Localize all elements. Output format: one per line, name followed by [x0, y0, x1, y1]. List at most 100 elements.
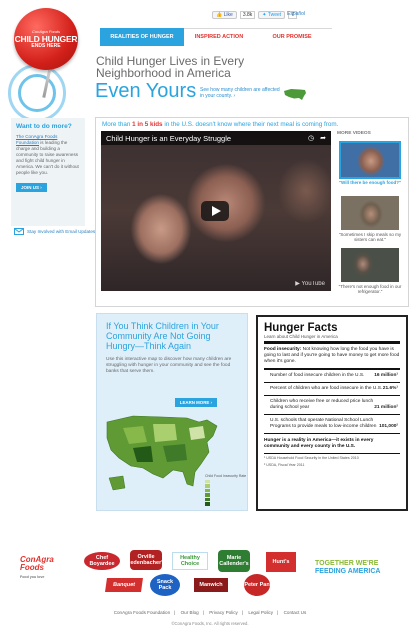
legend-swatch: [205, 484, 210, 488]
brand-banquet[interactable]: Banquet: [105, 578, 143, 592]
video-caption-1[interactable]: "Will there be enough food?": [337, 180, 403, 185]
tab-our-promise[interactable]: OUR PROMISE: [254, 29, 330, 45]
more-videos-label: MORE VIDEOS: [337, 131, 371, 136]
want-text: The ConAgra Foods Foundation is leading …: [16, 134, 80, 176]
conagra-name: ConAgra Foods: [20, 555, 54, 572]
feeding-america-text: FEEDING AMERICA: [315, 568, 381, 575]
map-description: Use this interactive map to discover how…: [106, 357, 232, 374]
email-updates-link[interactable]: Stay Involved with Email Updates: [14, 228, 95, 235]
footer-links: ConAgra Foods Foundation | Our Blog | Priv…: [113, 610, 307, 615]
join-us-button[interactable]: JOIN US ›: [16, 183, 47, 192]
logo-title: CHILD HUNGER: [14, 34, 78, 44]
conagra-tagline: Food you love: [20, 575, 45, 579]
footer-link-blog[interactable]: Our Blog: [181, 610, 199, 615]
ripple-decoration-inner: [18, 74, 56, 112]
logo-subtitle: ENDS HERE: [31, 43, 61, 49]
thumb-image: [341, 248, 399, 282]
map-legend: Child Food Insecurity Rate: [205, 474, 246, 506]
stat-bold: 1 in 5 kids: [132, 121, 163, 128]
fact-row: Percent of children who are food insecur…: [264, 383, 400, 396]
fact-value: 16 million¹: [374, 373, 398, 378]
legend-title: Child Food Insecurity Rate: [205, 474, 247, 478]
tweet-button[interactable]: ✦ Tweet: [258, 11, 286, 19]
legend-swatch: [205, 488, 210, 492]
brand-peter-pan[interactable]: Peter Pan: [244, 574, 270, 596]
fact-row: Number of food insecure children in the …: [264, 370, 400, 383]
thumb-up-icon: 👍: [216, 12, 223, 18]
brand-chef-boyardee[interactable]: Chef Boyardee: [84, 552, 120, 570]
hero-headline: Child Hunger Lives in Every Neighborhood…: [96, 54, 245, 80]
learn-more-button[interactable]: LEARN MORE ›: [174, 398, 217, 407]
espanol-link[interactable]: Español: [287, 11, 305, 17]
legend-swatch: [205, 502, 210, 506]
facts-source-1: ¹ USDA Household Food Security in the Un…: [264, 456, 359, 460]
child-hunger-logo[interactable]: ConAgra Foods CHILD HUNGER ENDS HERE: [2, 2, 98, 122]
pin-head: ConAgra Foods CHILD HUNGER ENDS HERE: [14, 8, 78, 70]
brand-marie-callenders[interactable]: Marie Callender's: [218, 550, 250, 572]
hunger-stat: More than 1 in 5 kids in the U.S. doesn'…: [102, 121, 338, 128]
thumb-image: [341, 143, 399, 177]
player-icons: ◷ ➦: [308, 134, 326, 142]
hero-even-yours: Even Yours: [95, 80, 197, 102]
clock-icon[interactable]: ◷: [308, 134, 314, 142]
feeding-america-logo[interactable]: TOGETHER WE'RE FEEDING AMERICA: [315, 560, 410, 576]
legend-swatch: [205, 493, 210, 497]
usa-map-icon[interactable]: [283, 88, 307, 101]
video-caption-2[interactable]: "Sometimes I skip meals so my sisters ca…: [337, 232, 403, 242]
thumb-image: [341, 196, 399, 230]
fact-row: Children who receive free or reduced pri…: [264, 396, 400, 415]
video-player[interactable]: Child Hunger is an Everyday Struggle ◷ ➦…: [101, 131, 331, 291]
video-title: Child Hunger is an Everyday Struggle: [101, 131, 331, 145]
brand-manwich[interactable]: Manwich: [194, 578, 228, 592]
video-panel: More than 1 in 5 kids in the U.S. doesn'…: [95, 117, 409, 307]
fact-label: Number of food insecure children in the …: [270, 373, 365, 378]
brand-healthy-choice[interactable]: Healthy Choice: [172, 552, 208, 570]
together-text: TOGETHER WE'RE: [315, 560, 379, 567]
facts-source-2: ² USDA, Fiscal Year 2011: [264, 462, 305, 467]
video-caption-3[interactable]: "There's not enough food in our refriger…: [337, 284, 403, 294]
fact-value: 21.6%¹: [382, 386, 398, 391]
want-title: Want to do more?: [16, 123, 72, 130]
brand-hunts[interactable]: Hunt's: [266, 552, 296, 572]
footer-link-foundation[interactable]: ConAgra Foods Foundation: [114, 610, 170, 615]
brand-orville[interactable]: Orville Redenbacher's: [126, 550, 166, 570]
brand-snack-pack[interactable]: Snack Pack: [150, 574, 180, 596]
main-nav: REALITIES OF HUNGER INSPIRED ACTION OUR …: [100, 28, 332, 46]
video-thumb-1[interactable]: [339, 141, 401, 179]
email-updates-label: Stay Involved with Email Updates: [27, 228, 96, 234]
youtube-logo-icon[interactable]: ▶ YouTube: [295, 280, 325, 287]
legend-swatch: [205, 497, 210, 501]
facts-subtitle: Learn about Child Hunger in America: [264, 334, 400, 344]
map-title: If You Think Children in Your Community …: [106, 321, 219, 351]
brand-logos: ConAgra Foods Food you love Chef Boyarde…: [0, 540, 420, 600]
legend-row: [205, 502, 246, 507]
fact-label: U.S. schools that operate National Schoo…: [270, 418, 377, 429]
fact-value: 21 million²: [374, 405, 398, 410]
tab-inspired-action[interactable]: INSPIRED ACTION: [184, 29, 254, 45]
share-bar: 👍 Like 3.8k ✦ Tweet 7: [212, 11, 297, 19]
insecurity-label: Food insecurity:: [264, 347, 302, 352]
fact-row: U.S. schools that operate National Schoo…: [264, 415, 400, 434]
hunger-facts-panel: Hunger Facts Learn about Child Hunger in…: [256, 315, 408, 511]
footer-link-contact[interactable]: Contact Us: [284, 610, 307, 615]
map-panel: If You Think Children in Your Community …: [96, 313, 248, 511]
twitter-bird-icon: ✦: [262, 12, 267, 18]
facebook-like-button[interactable]: 👍 Like: [212, 11, 237, 19]
tab-realities-of-hunger[interactable]: REALITIES OF HUNGER: [100, 28, 184, 46]
footer-link-privacy[interactable]: Privacy Policy: [209, 610, 238, 615]
stat-pre: More than: [102, 121, 131, 128]
conagra-logo[interactable]: ConAgra Foods Food you love: [20, 556, 66, 581]
want-to-do-more-panel: Want to do more? The ConAgra Foods Found…: [11, 118, 85, 226]
copyright: ©ConAgra Foods, Inc. All rights reserved…: [171, 621, 249, 626]
play-icon: [212, 206, 221, 216]
like-count: 3.8k: [239, 11, 256, 19]
see-map-link[interactable]: See how many children are affected in yo…: [200, 87, 282, 99]
footer-link-legal[interactable]: Legal Policy: [248, 610, 273, 615]
share-icon[interactable]: ➦: [320, 134, 326, 142]
legend-swatch: [205, 479, 210, 483]
video-thumb-3[interactable]: [341, 248, 399, 282]
fact-value: 101,000²: [379, 424, 398, 429]
video-thumb-2[interactable]: [341, 196, 399, 230]
play-button[interactable]: [201, 201, 229, 221]
fact-label: Percent of children who are food insecur…: [270, 386, 383, 391]
